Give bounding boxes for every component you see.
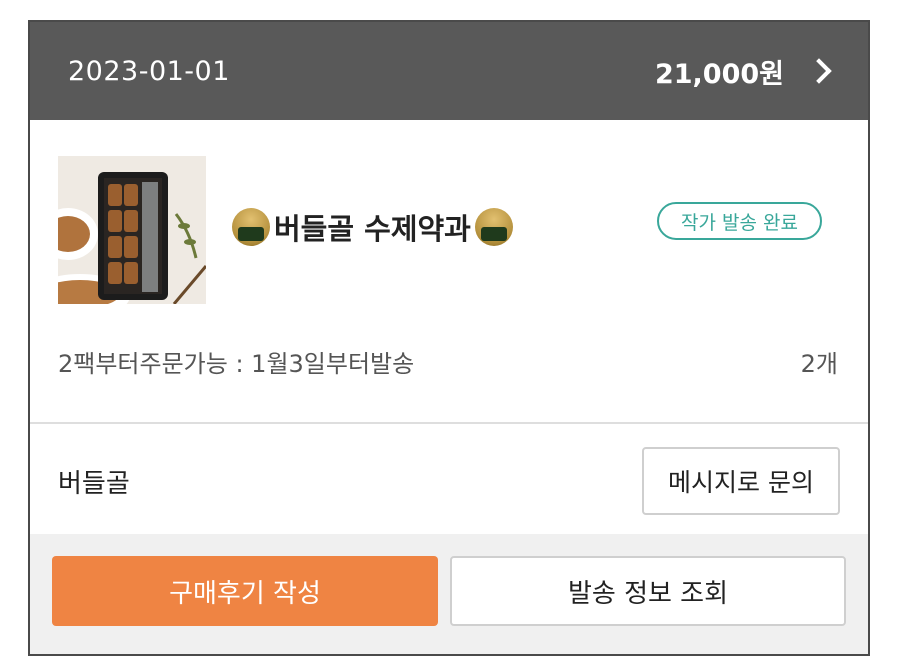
product-name-text: 버들골 수제약과 xyxy=(274,212,471,246)
product-thumbnail[interactable] xyxy=(58,156,206,304)
order-total-amount: 21,000원 xyxy=(654,58,784,90)
order-date: 2023-01-01 xyxy=(68,55,230,87)
product-option: 2팩부터주문가능 : 1월3일부터발송 xyxy=(58,350,415,378)
product-quantity: 2개 xyxy=(800,350,838,378)
seller-row: 버들골 메시지로 문의 xyxy=(30,424,868,540)
action-bar: 구매후기 작성 발송 정보 조회 xyxy=(30,534,868,654)
status-badge: 작가 발송 완료 xyxy=(657,202,822,240)
order-header[interactable]: 2023-01-01 21,000원 xyxy=(30,22,868,120)
rice-ball-icon xyxy=(474,208,513,246)
seller-name[interactable]: 버들골 xyxy=(58,463,130,500)
rice-ball-icon xyxy=(232,208,270,246)
product-name[interactable]: 버들골 수제약과 xyxy=(232,206,513,248)
message-inquiry-button[interactable]: 메시지로 문의 xyxy=(642,447,840,515)
product-section: 버들골 수제약과 작가 발송 완료 2팩부터주문가능 : 1월3일부터발송 2개 xyxy=(30,120,868,424)
order-total[interactable]: 21,000원 xyxy=(655,52,834,91)
write-review-button[interactable]: 구매후기 작성 xyxy=(52,556,438,626)
product-photo xyxy=(58,156,206,304)
chevron-right-icon[interactable] xyxy=(806,58,832,84)
shipping-info-button[interactable]: 발송 정보 조회 xyxy=(450,556,846,626)
order-card: 2023-01-01 21,000원 버들골 수제약과 작가 발송 완료 2팩부… xyxy=(28,20,870,656)
